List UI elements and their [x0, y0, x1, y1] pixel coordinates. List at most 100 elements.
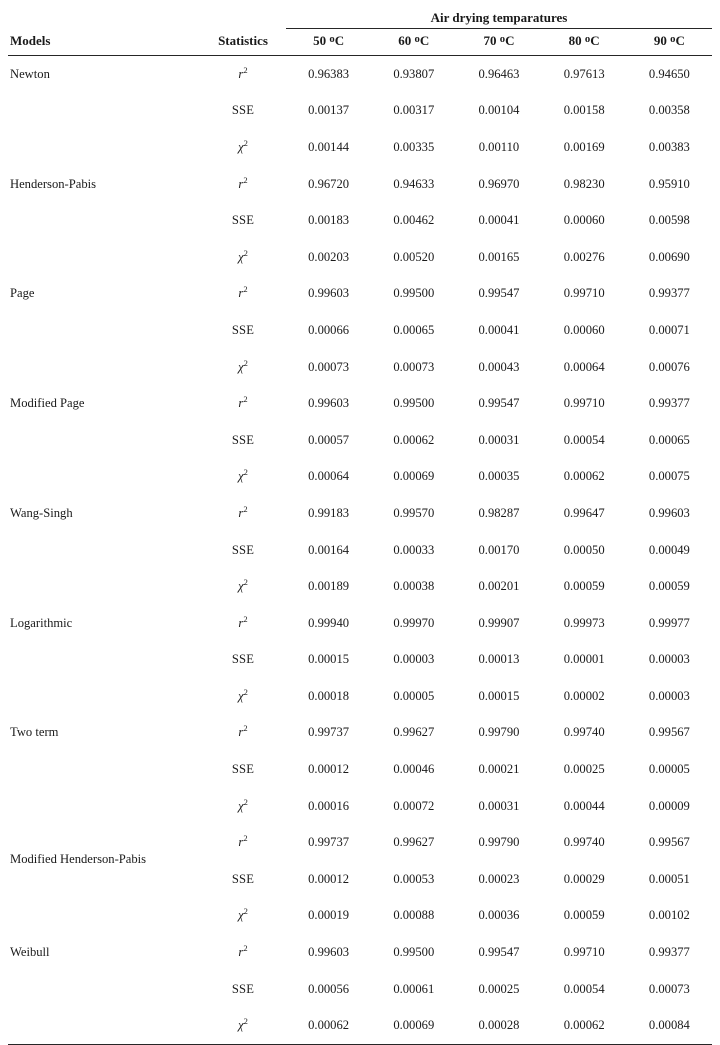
model-name-cell: Newton: [8, 56, 200, 93]
r-squared-symbol: r2: [238, 177, 247, 191]
sse-symbol-base: SSE: [232, 103, 254, 117]
value-cell: 0.00041: [456, 202, 541, 239]
table-row: χ20.000640.000690.000350.000620.00075: [8, 459, 712, 496]
value-cell: 0.99737: [286, 715, 371, 752]
temp-80-label: 80 oC: [569, 33, 600, 48]
value-cell: 0.00044: [542, 788, 627, 825]
value-cell: 0.00035: [456, 459, 541, 496]
degree-sign: o: [500, 34, 505, 45]
value-cell: 0.00598: [627, 202, 712, 239]
chi-squared-symbol: χ2: [238, 689, 248, 703]
r-squared-symbol: r2: [238, 506, 247, 520]
value-cell: 0.00062: [371, 422, 456, 459]
model-name-cell-empty: [8, 129, 200, 166]
model-name-cell-empty: [8, 898, 200, 935]
value-cell: 0.00005: [627, 751, 712, 788]
table-row: SSE0.001830.004620.000410.000600.00598: [8, 202, 712, 239]
value-cell: 0.00065: [627, 422, 712, 459]
r-squared-symbol-exponent: 2: [243, 284, 247, 294]
column-header-temp-70: 70 oC: [456, 29, 541, 56]
table-row: SSE0.000120.000530.000230.000290.00051: [8, 861, 712, 898]
sse-symbol: SSE: [232, 652, 254, 666]
value-cell: 0.99603: [286, 385, 371, 422]
r-squared-symbol-exponent: 2: [243, 174, 247, 184]
chi-squared-symbol-exponent: 2: [244, 138, 248, 148]
group-header-blank-models: [8, 8, 200, 29]
value-cell: 0.00165: [456, 239, 541, 276]
value-cell: 0.00073: [286, 349, 371, 386]
sse-symbol: SSE: [232, 433, 254, 447]
statistic-label-chi-squared: χ2: [200, 239, 286, 276]
statistic-label-r-squared: r2: [200, 385, 286, 422]
value-cell: 0.00062: [286, 1007, 371, 1044]
statistic-label-chi-squared: χ2: [200, 788, 286, 825]
model-name-cell-empty: [8, 678, 200, 715]
model-name-cell: Modified Henderson-Pabis: [8, 824, 200, 861]
statistic-label-sse: SSE: [200, 202, 286, 239]
value-cell: 0.99567: [627, 824, 712, 861]
statistic-label-chi-squared: χ2: [200, 568, 286, 605]
value-cell: 0.00012: [286, 751, 371, 788]
value-cell: 0.99790: [456, 715, 541, 752]
model-name-cell: Wang-Singh: [8, 495, 200, 532]
model-name-cell-empty: [8, 239, 200, 276]
value-cell: 0.93807: [371, 56, 456, 93]
model-name-cell: Page: [8, 276, 200, 313]
table-body: Newtonr20.963830.938070.964630.976130.94…: [8, 56, 712, 1045]
degree-sign: o: [585, 34, 590, 45]
value-cell: 0.00057: [286, 422, 371, 459]
model-name-cell-empty: [8, 422, 200, 459]
value-cell: 0.99647: [542, 495, 627, 532]
value-cell: 0.99710: [542, 934, 627, 971]
value-cell: 0.94633: [371, 166, 456, 203]
value-cell: 0.00062: [542, 459, 627, 496]
column-header-row: Models Statistics 50 oC 60 oC 70 oC 80 o…: [8, 29, 712, 56]
value-cell: 0.99603: [286, 934, 371, 971]
value-cell: 0.00054: [542, 422, 627, 459]
table-row: χ20.000160.000720.000310.000440.00009: [8, 788, 712, 825]
model-name-label: Modified Henderson-Pabis: [10, 852, 146, 866]
table-row: χ20.001890.000380.002010.000590.00059: [8, 568, 712, 605]
table-row: χ20.001440.003350.001100.001690.00383: [8, 129, 712, 166]
value-cell: 0.00056: [286, 971, 371, 1008]
table-row: χ20.000730.000730.000430.000640.00076: [8, 349, 712, 386]
table-row: χ20.000190.000880.000360.000590.00102: [8, 898, 712, 935]
value-cell: 0.00075: [627, 459, 712, 496]
value-cell: 0.99547: [456, 934, 541, 971]
value-cell: 0.00158: [542, 93, 627, 130]
model-name-label: Logarithmic: [10, 616, 72, 630]
value-cell: 0.00059: [542, 568, 627, 605]
model-name-label: Modified Page: [10, 396, 85, 410]
table-row: SSE0.000660.000650.000410.000600.00071: [8, 312, 712, 349]
table-head: Air drying temparatures Models Statistic…: [8, 8, 712, 56]
value-cell: 0.00033: [371, 532, 456, 569]
value-cell: 0.00064: [542, 349, 627, 386]
temp-90-label: 90 oC: [654, 33, 685, 48]
table-row: Weibullr20.996030.995000.995470.997100.9…: [8, 934, 712, 971]
value-cell: 0.00169: [542, 129, 627, 166]
value-cell: 0.99377: [627, 276, 712, 313]
statistic-label-chi-squared: χ2: [200, 898, 286, 935]
sse-symbol: SSE: [232, 103, 254, 117]
value-cell: 0.00066: [286, 312, 371, 349]
chi-squared-symbol: χ2: [238, 1018, 248, 1032]
value-cell: 0.00276: [542, 239, 627, 276]
value-cell: 0.00015: [456, 678, 541, 715]
table-row: Newtonr20.963830.938070.964630.976130.94…: [8, 56, 712, 93]
value-cell: 0.99737: [286, 824, 371, 861]
value-cell: 0.00102: [627, 898, 712, 935]
sse-symbol-base: SSE: [232, 213, 254, 227]
value-cell: 0.99500: [371, 385, 456, 422]
value-cell: 0.00065: [371, 312, 456, 349]
value-cell: 0.99183: [286, 495, 371, 532]
chi-squared-symbol: χ2: [238, 140, 248, 154]
value-cell: 0.98287: [456, 495, 541, 532]
column-header-models: Models: [8, 29, 200, 56]
value-cell: 0.00019: [286, 898, 371, 935]
value-cell: 0.99790: [456, 824, 541, 861]
table-row: χ20.002030.005200.001650.002760.00690: [8, 239, 712, 276]
value-cell: 0.00358: [627, 93, 712, 130]
value-cell: 0.00164: [286, 532, 371, 569]
value-cell: 0.99603: [286, 276, 371, 313]
sse-symbol-base: SSE: [232, 543, 254, 557]
